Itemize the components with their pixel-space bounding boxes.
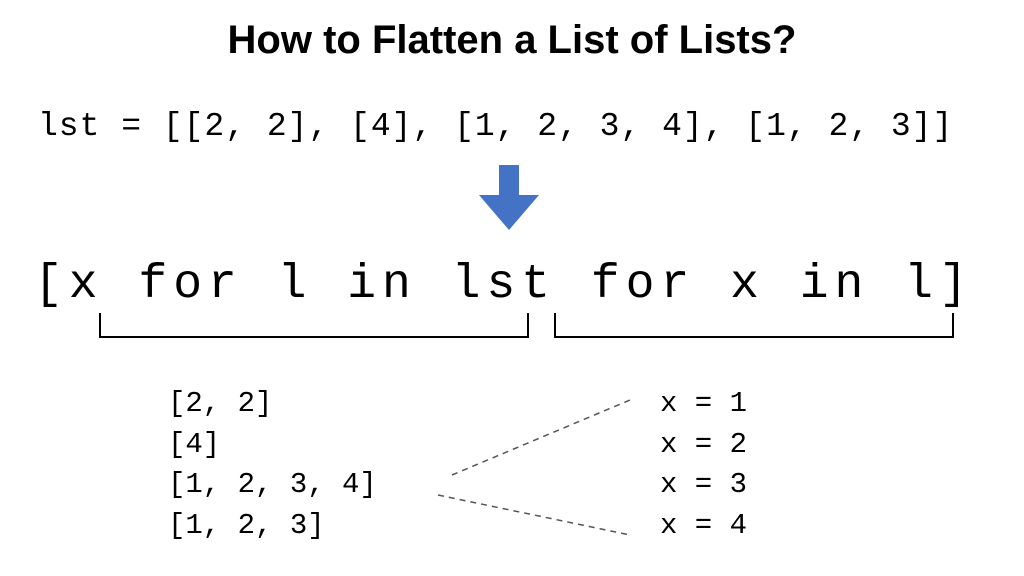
mapping-lines-icon	[420, 380, 680, 560]
outer-loop-values: [2, 2] [4] [1, 2, 3, 4] [1, 2, 3]	[168, 384, 377, 546]
list-comprehension: [x for l in lst for x in l]	[34, 258, 974, 312]
code-declaration: lst = [[2, 2], [4], [1, 2, 3, 4], [1, 2,…	[38, 108, 953, 145]
inner-loop-values: x = 1 x = 2 x = 3 x = 4	[660, 384, 747, 546]
bracket-inner-loop	[554, 313, 954, 338]
down-arrow-icon	[474, 165, 544, 233]
bracket-outer-loop	[99, 313, 529, 338]
page-title: How to Flatten a List of Lists?	[0, 18, 1024, 63]
